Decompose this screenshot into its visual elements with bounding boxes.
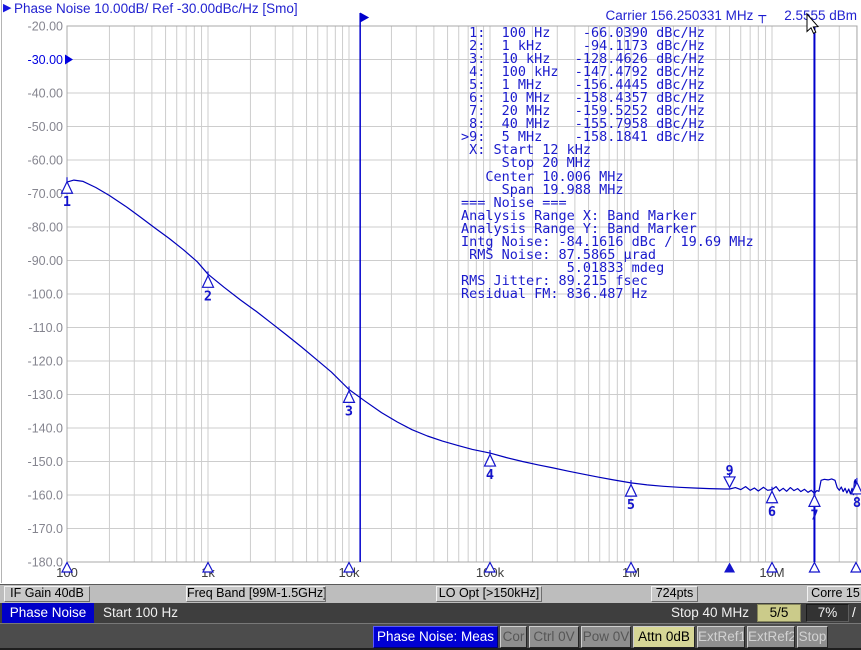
dc-control-status-button[interactable]: Ctrl 0V [529, 626, 579, 648]
carrier-tick-icon: ┬ [758, 9, 766, 24]
y-tick-label: -160.0 [28, 489, 63, 503]
sweep-start-label: Start 100 Hz [103, 603, 178, 623]
y-tick-label: -20.00 [28, 20, 63, 34]
attenuator-status-button[interactable]: Attn 0dB [633, 626, 695, 648]
marker-number: 5 [627, 497, 635, 513]
marker-number: 1 [63, 194, 71, 210]
y-tick-label: -110.0 [28, 321, 63, 335]
marker-number: 4 [486, 467, 494, 483]
sweep-stop-label: Stop 40 MHz [671, 603, 749, 623]
marker-icon [809, 495, 820, 507]
correlation-button[interactable]: Corre 15 [807, 586, 861, 602]
y-axis-labels: -20.00 -30.00 -40.00 -50.00 -60.00 -70.00 -80.… [28, 20, 73, 570]
mode-badge[interactable]: Phase Noise [2, 603, 94, 623]
measurement-status-button[interactable]: Phase Noise: Meas [373, 626, 498, 648]
mouse-cursor [803, 12, 825, 38]
y-tick-label: -130.0 [28, 388, 63, 402]
y-tick-label: -60.00 [28, 154, 63, 168]
axis-marker-icon [809, 563, 819, 573]
extref2-status-button[interactable]: ExtRef2 [747, 626, 795, 648]
marker-number: 7 [810, 507, 818, 523]
marker-number: 8 [853, 495, 861, 511]
freq-band-button[interactable]: Freq Band [99M-1.5GHz] [186, 586, 326, 602]
average-count-badge: 5/5 [757, 604, 801, 622]
correction-status-button[interactable]: Cor [500, 626, 527, 648]
y-tick-label: -120.0 [28, 355, 63, 369]
phase-noise-analyzer-screen: -20.00 -30.00 -40.00 -50.00 -60.00 -70.00 -80.… [0, 0, 861, 650]
marker-number: 2 [204, 288, 212, 304]
trace-title[interactable]: Phase Noise 10.00dB/ Ref -30.00dBc/Hz [S… [14, 1, 298, 16]
y-tick-label: -170.0 [28, 522, 63, 536]
active-marker-icon [724, 477, 735, 488]
if-gain-button[interactable]: IF Gain 40dB [4, 586, 90, 602]
stop-status-button[interactable]: Stop [797, 626, 828, 648]
points-button[interactable]: 724pts [651, 586, 698, 602]
lo-opt-button[interactable]: LO Opt [>150kHz] [436, 586, 542, 602]
carrier-frequency: Carrier 156.250331 MHz [606, 8, 754, 23]
x-axis-labels: 1001k10k100k1M10M [56, 565, 785, 580]
marker-icon [626, 485, 637, 497]
y-tick-label: -50.00 [28, 120, 63, 134]
y-tick-label: -150.0 [28, 455, 63, 469]
measurement-settings-bar: IF Gain 40dB Freq Band [99M-1.5GHz] LO O… [0, 584, 861, 603]
y-tick-label: -80.00 [28, 221, 63, 235]
extref1-status-button[interactable]: ExtRef1 [697, 626, 745, 648]
sweep-status-bar: Phase Noise Start 100 Hz Stop 40 MHz 5/5… [0, 603, 861, 623]
y-tick-label: -40.00 [28, 87, 63, 101]
ref-level-label: -30.00 [28, 53, 63, 67]
ref-level-marker-icon[interactable] [65, 55, 73, 65]
y-tick-label: -90.00 [28, 254, 63, 268]
axis-marker-icon [851, 563, 861, 573]
y-tick-label: -100.0 [28, 288, 63, 302]
y-tick-label: -140.0 [28, 422, 63, 436]
marker-icon [485, 455, 496, 467]
marker-number: 6 [768, 504, 776, 520]
active-trace-arrow-icon: ▶ [3, 1, 11, 14]
marker-and-noise-console: 1: 100 Hz -66.0390 dBc/Hz 2: 1 kHz -94.1… [461, 27, 754, 301]
marker-number: 3 [345, 403, 353, 419]
instrument-state-bar: Phase Noise: Meas Cor Ctrl 0V Pow 0V Att… [0, 623, 861, 650]
band-marker-flag-icon [360, 13, 369, 23]
axis-marker-filled-icon [724, 563, 735, 573]
marker-icon [851, 482, 861, 494]
sweep-progress-badge: 7% [806, 604, 849, 622]
marker-icon [767, 491, 778, 503]
activity-spinner: / [852, 603, 856, 623]
marker-icon [62, 182, 73, 194]
y-tick-label: -70.00 [28, 187, 63, 201]
dc-power-status-button[interactable]: Pow 0V [581, 626, 631, 648]
